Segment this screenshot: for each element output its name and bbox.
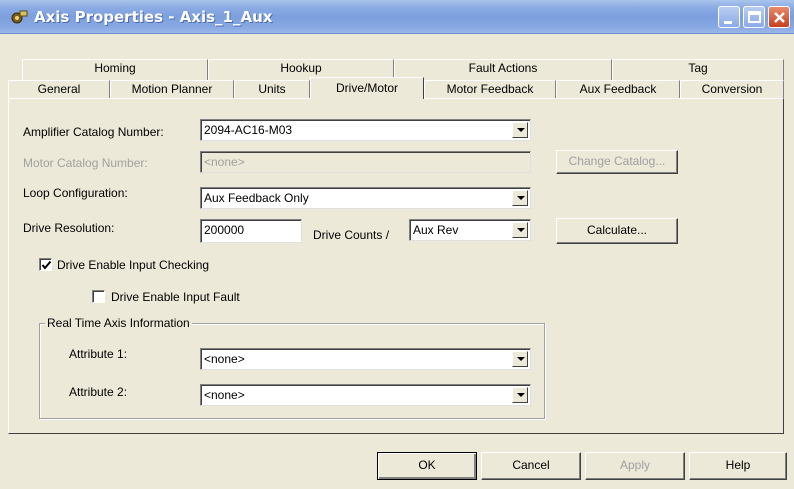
tab-conversion[interactable]: Conversion bbox=[680, 80, 784, 99]
title-bar[interactable]: Axis Properties - Axis_1_Aux bbox=[0, 0, 794, 34]
tab-tag[interactable]: Tag bbox=[612, 59, 784, 81]
realtime-axis-group-label: Real Time Axis Information bbox=[45, 316, 192, 330]
drive-enable-input-checking-label: Drive Enable Input Checking bbox=[57, 258, 210, 272]
drive-enable-input-checking-checkbox[interactable] bbox=[39, 258, 52, 271]
axis-app-icon bbox=[10, 9, 28, 25]
drive-resolution-input[interactable]: 200000 bbox=[200, 219, 302, 243]
checkmark-icon bbox=[41, 260, 52, 270]
tab-motor-feedback[interactable]: Motor Feedback bbox=[424, 80, 556, 99]
drive-enable-input-fault-label: Drive Enable Input Fault bbox=[111, 290, 240, 304]
drive-resolution-label: Drive Resolution: bbox=[23, 221, 115, 235]
drive-enable-input-fault-checkbox[interactable] bbox=[92, 290, 105, 303]
help-button[interactable]: Help bbox=[689, 452, 787, 480]
motor-catalog-field: <none> bbox=[200, 151, 531, 173]
loop-configuration-label: Loop Configuration: bbox=[23, 186, 128, 200]
tab-general[interactable]: General bbox=[8, 80, 110, 99]
attribute-2-label: Attribute 2: bbox=[69, 385, 128, 399]
tab-drive-motor[interactable]: Drive/Motor bbox=[310, 77, 424, 99]
drive-counts-label: Drive Counts / bbox=[313, 228, 390, 242]
change-catalog-button[interactable]: Change Catalog... bbox=[556, 150, 678, 174]
apply-button[interactable]: Apply bbox=[585, 452, 685, 480]
axis-properties-dialog: Axis Properties - Axis_1_Aux Homing Hook… bbox=[0, 0, 794, 489]
minimize-icon[interactable] bbox=[718, 6, 740, 28]
dropdown-arrow-icon[interactable] bbox=[512, 122, 528, 138]
attribute-2-select[interactable]: <none> bbox=[200, 384, 531, 406]
calculate-button[interactable]: Calculate... bbox=[556, 218, 678, 244]
loop-configuration-select[interactable]: Aux Feedback Only bbox=[200, 187, 531, 209]
tab-motion-planner[interactable]: Motion Planner bbox=[110, 80, 234, 99]
amplifier-catalog-label: Amplifier Catalog Number: bbox=[23, 125, 164, 139]
window-title: Axis Properties - Axis_1_Aux bbox=[34, 8, 273, 26]
dropdown-arrow-icon[interactable] bbox=[512, 351, 528, 367]
tab-aux-feedback[interactable]: Aux Feedback bbox=[556, 80, 680, 99]
tab-homing[interactable]: Homing bbox=[22, 59, 208, 81]
ok-button[interactable]: OK bbox=[377, 452, 477, 480]
dropdown-arrow-icon[interactable] bbox=[512, 222, 528, 238]
maximize-icon[interactable] bbox=[743, 6, 765, 28]
motor-catalog-label: Motor Catalog Number: bbox=[23, 156, 148, 170]
dropdown-arrow-icon[interactable] bbox=[512, 387, 528, 403]
close-icon[interactable] bbox=[768, 6, 790, 28]
attribute-1-label: Attribute 1: bbox=[69, 347, 128, 361]
drive-counts-unit-select[interactable]: Aux Rev bbox=[409, 219, 531, 241]
dropdown-arrow-icon[interactable] bbox=[512, 190, 528, 206]
tab-units[interactable]: Units bbox=[234, 80, 310, 99]
tab-fault-actions[interactable]: Fault Actions bbox=[394, 59, 612, 81]
cancel-button[interactable]: Cancel bbox=[481, 452, 581, 480]
attribute-1-select[interactable]: <none> bbox=[200, 348, 531, 370]
amplifier-catalog-select[interactable]: 2094-AC16-M03 bbox=[200, 119, 531, 141]
